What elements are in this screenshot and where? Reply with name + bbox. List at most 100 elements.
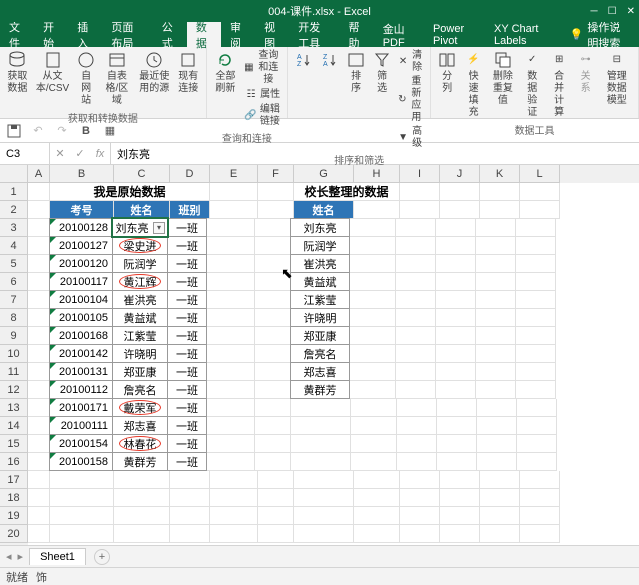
cell[interactable] xyxy=(400,471,440,489)
cell[interactable]: 詹亮名 xyxy=(112,380,168,399)
cell[interactable] xyxy=(440,489,480,507)
row-header[interactable]: 4 xyxy=(0,237,28,255)
cell[interactable] xyxy=(207,219,255,237)
cell[interactable] xyxy=(258,489,294,507)
cell[interactable] xyxy=(28,219,50,237)
cell[interactable]: 20100158 xyxy=(49,452,113,471)
tab-xychart[interactable]: XY Chart Labels xyxy=(485,22,562,47)
cell[interactable] xyxy=(255,345,291,363)
row-header[interactable]: 1 xyxy=(0,183,28,201)
cell[interactable] xyxy=(28,471,50,489)
cell[interactable]: 一班 xyxy=(167,398,207,417)
remove-dup-button[interactable]: 删除重复值 xyxy=(488,49,518,109)
row-header[interactable]: 17 xyxy=(0,471,28,489)
cell[interactable]: 一班 xyxy=(167,236,207,255)
cell[interactable] xyxy=(440,201,480,219)
cell[interactable] xyxy=(440,183,480,201)
row-header[interactable]: 11 xyxy=(0,363,28,381)
row-header[interactable]: 12 xyxy=(0,381,28,399)
cell[interactable]: 一班 xyxy=(167,218,207,237)
cell[interactable]: 姓名 xyxy=(294,201,354,219)
cell[interactable] xyxy=(480,525,520,543)
cell[interactable] xyxy=(396,273,436,291)
column-header[interactable]: A xyxy=(28,165,50,183)
cell[interactable] xyxy=(436,255,476,273)
cell[interactable] xyxy=(480,201,520,219)
cell[interactable] xyxy=(258,471,294,489)
cell[interactable] xyxy=(516,273,556,291)
cell[interactable]: 20100154 xyxy=(49,434,113,453)
cell[interactable] xyxy=(520,471,560,489)
cell[interactable] xyxy=(396,309,436,327)
cell[interactable] xyxy=(436,363,476,381)
cell[interactable] xyxy=(114,489,170,507)
cell[interactable] xyxy=(516,309,556,327)
dropdown-icon[interactable]: ▾ xyxy=(153,222,165,234)
cell[interactable] xyxy=(520,201,560,219)
undo-button[interactable]: ↶ xyxy=(28,121,48,141)
column-header[interactable]: B xyxy=(50,165,114,183)
cell[interactable] xyxy=(28,273,50,291)
cell[interactable] xyxy=(516,345,556,363)
cell[interactable] xyxy=(436,309,476,327)
cell[interactable] xyxy=(28,327,50,345)
cell[interactable] xyxy=(520,507,560,525)
cell[interactable] xyxy=(28,291,50,309)
cell[interactable] xyxy=(350,219,396,237)
cell[interactable]: 20100117 xyxy=(49,272,113,291)
cell[interactable]: 郑亚康 xyxy=(112,362,168,381)
cell[interactable] xyxy=(207,291,255,309)
cell[interactable] xyxy=(258,525,294,543)
cell[interactable] xyxy=(480,489,520,507)
from-table-button[interactable]: 自表格/区域 xyxy=(100,49,133,109)
cell[interactable] xyxy=(476,237,516,255)
cell[interactable] xyxy=(258,183,294,201)
tab-file[interactable]: 文件 xyxy=(0,22,34,47)
cell[interactable] xyxy=(255,309,291,327)
cell[interactable]: 许晓明 xyxy=(112,344,168,363)
cell[interactable] xyxy=(350,327,396,345)
cell[interactable] xyxy=(517,435,557,453)
cell[interactable] xyxy=(476,291,516,309)
cell[interactable] xyxy=(516,291,556,309)
cell[interactable] xyxy=(480,183,520,201)
column-header[interactable]: L xyxy=(520,165,560,183)
row-header[interactable]: 19 xyxy=(0,507,28,525)
enter-icon[interactable]: ✓ xyxy=(70,143,90,164)
tab-jinshan[interactable]: 金山PDF xyxy=(374,22,424,47)
row-header[interactable]: 16 xyxy=(0,453,28,471)
cell[interactable] xyxy=(350,273,396,291)
cell[interactable]: 一班 xyxy=(167,344,207,363)
row-header[interactable]: 3 xyxy=(0,219,28,237)
cell[interactable]: 20100168 xyxy=(49,326,113,345)
cell[interactable]: 20100111 xyxy=(49,416,113,435)
cell[interactable] xyxy=(291,417,351,435)
cell[interactable] xyxy=(28,255,50,273)
cell[interactable] xyxy=(28,399,50,417)
sheet-tab[interactable]: Sheet1 xyxy=(29,548,86,565)
cell[interactable] xyxy=(50,525,114,543)
cell[interactable] xyxy=(50,507,114,525)
cell[interactable]: 20100127 xyxy=(49,236,113,255)
cell[interactable]: 一班 xyxy=(167,362,207,381)
cell[interactable] xyxy=(476,345,516,363)
data-model-button[interactable]: ⊟管理数据模型 xyxy=(600,49,634,109)
cell[interactable] xyxy=(436,381,476,399)
cell[interactable]: 江紫莹 xyxy=(112,326,168,345)
cell[interactable] xyxy=(351,417,397,435)
from-csv-button[interactable]: 从文本/CSV xyxy=(33,49,72,97)
cell[interactable] xyxy=(437,435,477,453)
cell[interactable] xyxy=(397,453,437,471)
cell[interactable]: 黄益斌 xyxy=(112,308,168,327)
cell[interactable] xyxy=(516,237,556,255)
cell[interactable] xyxy=(255,255,291,273)
sheet-nav-last-icon[interactable]: ▸ xyxy=(16,550,26,563)
formula-input[interactable]: 刘东亮 xyxy=(111,143,639,164)
cell[interactable] xyxy=(294,525,354,543)
cell[interactable] xyxy=(28,237,50,255)
cell[interactable] xyxy=(28,489,50,507)
cell[interactable]: 20100128 xyxy=(49,218,113,237)
row-header[interactable]: 2 xyxy=(0,201,28,219)
cell[interactable] xyxy=(210,471,258,489)
cell[interactable] xyxy=(28,381,50,399)
